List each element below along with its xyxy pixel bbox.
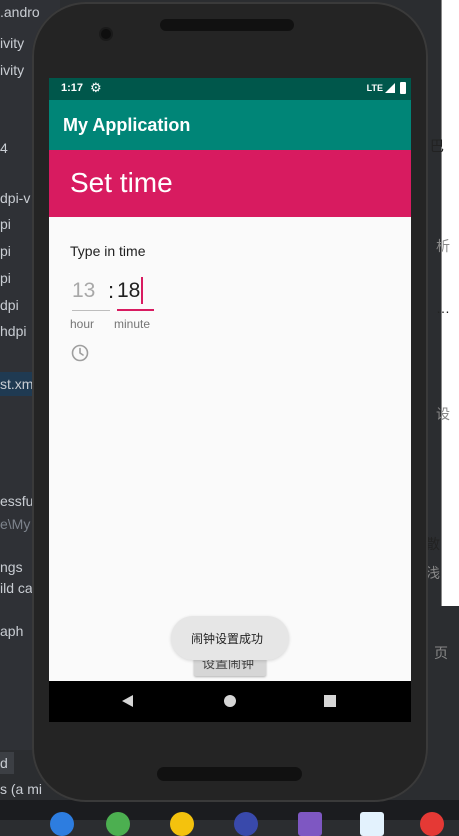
- ide-tree-item[interactable]: pi: [0, 243, 11, 259]
- ide-tab-label[interactable]: d: [0, 755, 8, 771]
- phone-camera: [101, 29, 111, 39]
- ide-tree-item[interactable]: dpi: [0, 297, 19, 313]
- ide-right-text: 巴: [430, 138, 444, 154]
- taskbar-app-icon[interactable]: [234, 812, 258, 836]
- taskbar-app-icon[interactable]: [298, 812, 322, 836]
- phone-speaker-bottom: [157, 767, 302, 781]
- status-bar: 1:17 ⚙ LTE: [49, 78, 411, 100]
- phone-screen: 1:17 ⚙ LTE My Application Set time Type …: [49, 78, 411, 722]
- ide-tree-item[interactable]: ivity: [0, 35, 24, 51]
- ide-log-line: ild ca: [0, 580, 33, 596]
- clock-icon[interactable]: [71, 344, 89, 362]
- ide-right-text: …: [436, 300, 450, 316]
- hour-caption: hour: [70, 317, 95, 331]
- home-icon[interactable]: [224, 695, 236, 707]
- taskbar-app-icon[interactable]: [50, 812, 74, 836]
- taskbar-app-icon[interactable]: [360, 812, 384, 836]
- ide-tree-item[interactable]: 4: [0, 140, 8, 156]
- ide-log-line: ngs: [0, 559, 23, 575]
- ide-tree-item[interactable]: pi: [0, 216, 11, 232]
- ide-right-text: 散: [426, 536, 440, 552]
- gear-icon: ⚙: [90, 80, 102, 95]
- ide-log-line: essfu: [0, 493, 34, 509]
- navigation-bar: [49, 681, 411, 722]
- signal-icon: [385, 83, 395, 93]
- toast-message: 闹钟设置成功: [191, 632, 264, 646]
- ide-right-text: 浅: [426, 565, 440, 581]
- minute-caption: minute: [114, 317, 151, 331]
- taskbar-app-icon[interactable]: [420, 812, 444, 836]
- time-picker-title: Set time: [70, 167, 173, 198]
- back-icon[interactable]: [122, 695, 133, 707]
- type-in-time-label: Type in time: [70, 243, 146, 259]
- network-type: LTE: [366, 83, 383, 93]
- phone-speaker-top: [160, 19, 294, 31]
- ide-status-text: s (a mi: [0, 781, 42, 797]
- ide-tree-item[interactable]: ivity: [0, 62, 24, 78]
- text-cursor: [141, 277, 143, 304]
- ide-right-text: 设: [436, 406, 450, 422]
- ide-log-line: e\My: [0, 516, 31, 532]
- ide-tree-item[interactable]: .andro: [0, 4, 40, 20]
- app-bar: My Application: [49, 100, 411, 150]
- battery-icon: [400, 82, 406, 94]
- hour-value[interactable]: 13: [72, 279, 95, 303]
- recents-icon[interactable]: [324, 695, 336, 707]
- ide-tree-item[interactable]: dpi-v: [0, 190, 30, 206]
- ide-log-line: aph: [0, 623, 24, 639]
- ide-tree-item-selected[interactable]: st.xm: [0, 376, 33, 392]
- app-title: My Application: [63, 115, 191, 135]
- status-time: 1:17: [61, 82, 84, 94]
- ide-tree-item[interactable]: pi: [0, 270, 11, 286]
- ide-tree-item[interactable]: hdpi: [0, 323, 26, 339]
- ide-right-text: 析: [436, 238, 450, 254]
- time-picker-header: Set time: [49, 150, 411, 217]
- time-separator: :: [108, 278, 115, 303]
- ide-right-text: 页: [434, 645, 448, 661]
- taskbar-app-icon[interactable]: [106, 812, 130, 836]
- minute-value[interactable]: 18: [117, 279, 140, 303]
- toast: 闹钟设置成功: [171, 616, 289, 660]
- taskbar-app-icon[interactable]: [170, 812, 194, 836]
